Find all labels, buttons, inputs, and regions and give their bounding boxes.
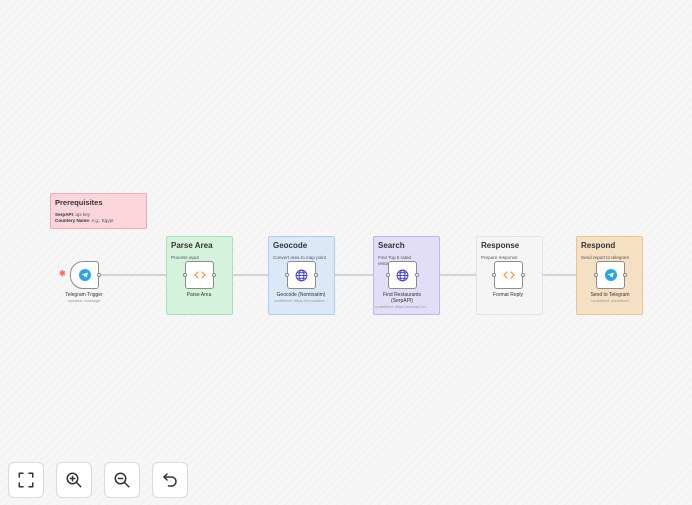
input-handle[interactable] [594, 273, 598, 277]
output-handle[interactable] [623, 273, 627, 277]
zoom-in-icon [66, 472, 82, 488]
node-geocode[interactable] [287, 261, 316, 289]
globe-icon [295, 269, 308, 281]
node-label: Parse Area [186, 292, 212, 298]
code-icon [193, 271, 206, 279]
node-label: Format Reply [492, 292, 523, 298]
sticky-title: Respond [581, 241, 616, 250]
node-parse-area[interactable] [185, 261, 214, 289]
sticky-title: Prerequisites [55, 198, 103, 207]
node-telegram-trigger[interactable] [70, 261, 99, 289]
workflow-canvas[interactable]: Prerequisites SerpAPI: api key Countery … [0, 0, 692, 505]
telegram-icon [78, 269, 91, 281]
input-handle[interactable] [183, 273, 187, 277]
undo-icon [163, 473, 177, 487]
node-subtitle: undefined: undefined [591, 298, 629, 303]
trigger-star-icon: ✱ [59, 269, 66, 278]
node-format-reply[interactable] [494, 261, 523, 289]
zoom-in-button[interactable] [56, 462, 92, 498]
input-handle[interactable] [386, 273, 390, 277]
zoom-out-icon [114, 472, 130, 488]
code-icon [502, 271, 515, 279]
output-handle[interactable] [521, 273, 525, 277]
output-handle[interactable] [97, 273, 101, 277]
output-handle[interactable] [212, 273, 216, 277]
telegram-icon [604, 269, 617, 281]
globe-icon [396, 269, 409, 281]
sticky-prerequisites[interactable]: Prerequisites SerpAPI: api key Countery … [50, 193, 147, 229]
sticky-title: Geocode [273, 241, 308, 250]
node-subtitle: updates: message [67, 298, 101, 303]
node-subtitle: undefined: https://nominatim... [274, 298, 328, 303]
input-handle[interactable] [492, 273, 496, 277]
input-handle[interactable] [285, 273, 289, 277]
node-label: Find Restaurants (SerpAPI) [362, 292, 442, 304]
output-handle[interactable] [314, 273, 318, 277]
sticky-line-country: Countery Name: e.g., Egypt [55, 218, 114, 223]
undo-button[interactable] [152, 462, 188, 498]
node-send-to-telegram[interactable] [596, 261, 625, 289]
sticky-title: Response [481, 241, 520, 250]
sticky-title: Search [378, 241, 405, 250]
node-subtitle: undefined: https://serpapi.co... [375, 304, 429, 309]
zoom-out-button[interactable] [104, 462, 140, 498]
sticky-title: Parse Area [171, 241, 213, 250]
fit-view-icon [18, 472, 34, 488]
node-find-restaurants[interactable] [388, 261, 417, 289]
fit-view-button[interactable] [8, 462, 44, 498]
output-handle[interactable] [415, 273, 419, 277]
